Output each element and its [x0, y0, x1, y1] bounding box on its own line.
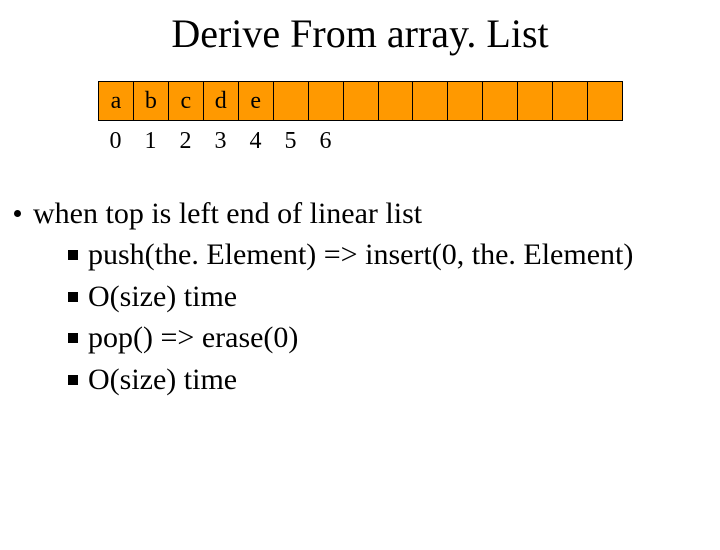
sub-text: push(the. Element) => insert(0, the. Ele…: [88, 234, 633, 275]
array-index: 0: [98, 127, 133, 155]
bullet-item: when top is left end of linear list: [14, 193, 720, 234]
array-index: [588, 127, 623, 155]
array-cell: [483, 82, 518, 120]
array-cell: [518, 82, 553, 120]
sub-text: O(size) time: [88, 276, 237, 317]
sub-list: push(the. Element) => insert(0, the. Ele…: [68, 234, 720, 400]
array-cells-row: a b c d e: [98, 81, 623, 121]
array-index: [483, 127, 518, 155]
array-cell: [274, 82, 309, 120]
array-cell: [413, 82, 448, 120]
array-index: 3: [203, 127, 238, 155]
square-bullet-icon: [68, 292, 78, 302]
array-cell: [448, 82, 483, 120]
array-index: 4: [238, 127, 273, 155]
array-cell: c: [169, 82, 204, 120]
list-item: O(size) time: [68, 276, 720, 317]
array-index: [413, 127, 448, 155]
array-index: [448, 127, 483, 155]
array-diagram: a b c d e 0 1 2 3 4 5 6: [98, 81, 623, 155]
square-bullet-icon: [68, 250, 78, 260]
array-index: 5: [273, 127, 308, 155]
list-item: pop() => erase(0): [68, 317, 720, 358]
array-index: 1: [133, 127, 168, 155]
array-index: 6: [308, 127, 343, 155]
array-index: [553, 127, 588, 155]
list-item: O(size) time: [68, 359, 720, 400]
array-cell: [344, 82, 379, 120]
array-cell: b: [134, 82, 169, 120]
array-cell: [553, 82, 588, 120]
list-item: push(the. Element) => insert(0, the. Ele…: [68, 234, 720, 275]
array-cell: e: [239, 82, 274, 120]
array-cell: a: [99, 82, 134, 120]
array-cell: [588, 82, 622, 120]
array-cell: [309, 82, 344, 120]
sub-text: O(size) time: [88, 359, 237, 400]
array-index: [518, 127, 553, 155]
array-index-row: 0 1 2 3 4 5 6: [98, 127, 623, 155]
array-cell: [379, 82, 414, 120]
array-index: [343, 127, 378, 155]
array-cell: d: [204, 82, 239, 120]
body-content: when top is left end of linear list push…: [14, 193, 720, 400]
array-index: 2: [168, 127, 203, 155]
square-bullet-icon: [68, 333, 78, 343]
slide-title: Derive From array. List: [0, 10, 720, 57]
sub-text: pop() => erase(0): [88, 317, 298, 358]
bullet-text: when top is left end of linear list: [33, 193, 422, 234]
square-bullet-icon: [68, 375, 78, 385]
array-index: [378, 127, 413, 155]
bullet-dot-icon: [14, 210, 21, 217]
